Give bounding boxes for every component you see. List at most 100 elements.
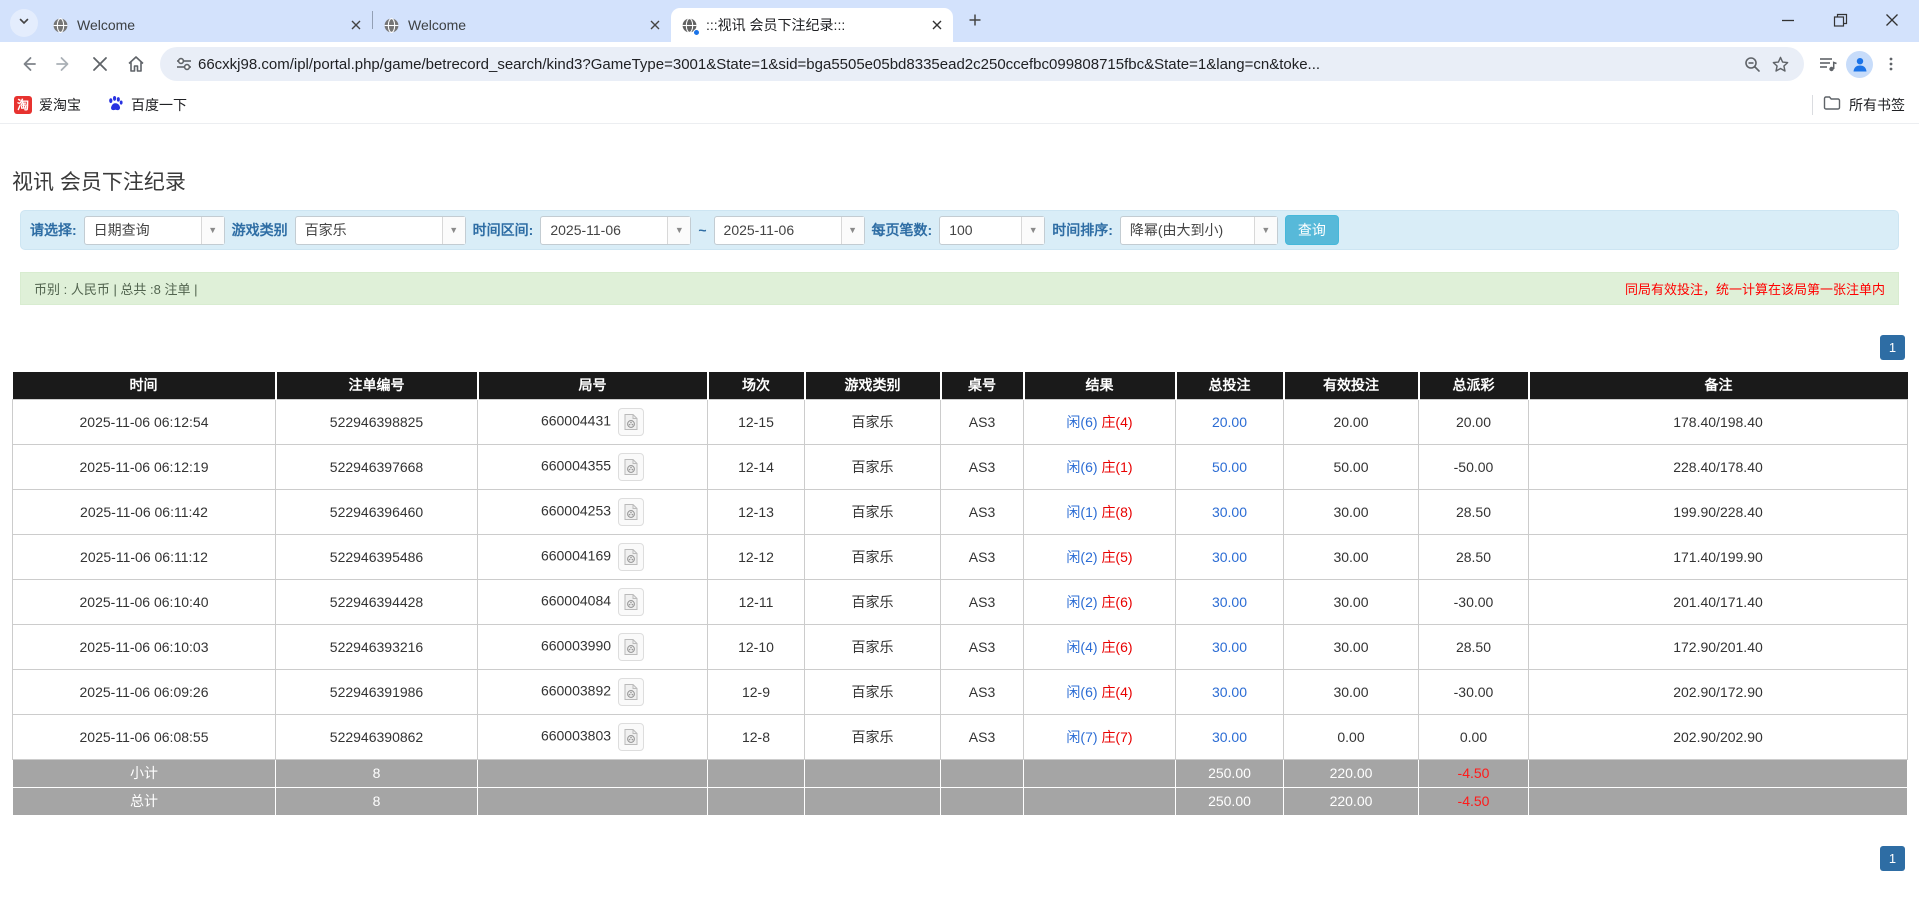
bookmark-baidu[interactable]: 百度一下 — [107, 95, 187, 115]
minimize-icon[interactable] — [1779, 11, 1797, 29]
video-replay-icon[interactable] — [618, 678, 644, 706]
total-bet-link[interactable]: 30.00 — [1212, 684, 1247, 700]
game-type-label: 游戏类别 — [232, 220, 288, 240]
dropdown-arrow-icon[interactable]: ▼ — [1254, 217, 1277, 244]
total-bet-link[interactable]: 30.00 — [1212, 639, 1247, 655]
summary-row: 小计8250.00220.00-4.50 — [13, 759, 1908, 787]
total-bet-link[interactable]: 30.00 — [1212, 549, 1247, 565]
session-cell: 12-12 — [708, 534, 805, 579]
date-from-picker[interactable]: 2025-11-06 ▼ — [540, 216, 691, 245]
page-size-select[interactable]: 100 ▼ — [939, 216, 1045, 245]
session-cell: 12-15 — [708, 399, 805, 444]
media-controls-icon[interactable] — [1810, 46, 1846, 82]
valid-bet-cell: 30.00 — [1284, 669, 1419, 714]
tab-welcome-1[interactable]: Welcome — [42, 8, 372, 42]
table-id-cell: AS3 — [941, 534, 1024, 579]
summary-payout: -4.50 — [1419, 787, 1529, 815]
payout-cell: 28.50 — [1419, 489, 1529, 534]
total-bet-link[interactable]: 30.00 — [1212, 729, 1247, 745]
time-cell: 2025-11-06 06:10:03 — [13, 624, 276, 669]
total-bet-cell[interactable]: 30.00 — [1176, 489, 1284, 534]
summary-empty-cell — [478, 759, 708, 787]
back-button[interactable] — [10, 46, 46, 82]
stop-loading-button[interactable] — [82, 46, 118, 82]
close-icon[interactable] — [646, 17, 663, 34]
close-icon[interactable] — [347, 17, 364, 34]
video-replay-icon[interactable] — [618, 543, 644, 571]
page-number-button[interactable]: 1 — [1880, 335, 1905, 360]
dropdown-arrow-icon[interactable]: ▼ — [667, 217, 690, 244]
zoom-out-icon[interactable] — [1738, 50, 1766, 78]
browser-toolbar: 66cxkj98.com/ipl/portal.php/game/betreco… — [0, 42, 1919, 86]
total-bet-link[interactable]: 20.00 — [1212, 414, 1247, 430]
total-bet-link[interactable]: 50.00 — [1212, 459, 1247, 475]
total-bet-cell[interactable]: 30.00 — [1176, 624, 1284, 669]
remark-cell: 228.40/178.40 — [1529, 444, 1908, 489]
payout-cell: 0.00 — [1419, 714, 1529, 759]
bookmark-star-icon[interactable] — [1766, 50, 1794, 78]
total-bet-cell[interactable]: 30.00 — [1176, 669, 1284, 714]
video-replay-icon[interactable] — [618, 408, 644, 436]
game-type-cell: 百家乐 — [805, 444, 941, 489]
forward-button[interactable] — [46, 46, 82, 82]
session-cell: 12-8 — [708, 714, 805, 759]
video-replay-icon[interactable] — [618, 633, 644, 661]
total-bet-cell[interactable]: 20.00 — [1176, 399, 1284, 444]
url-text[interactable]: 66cxkj98.com/ipl/portal.php/game/betreco… — [198, 56, 1738, 73]
game-type-cell: 百家乐 — [805, 669, 941, 714]
result-banker: 庄(6) — [1101, 639, 1132, 655]
dropdown-arrow-icon[interactable]: ▼ — [201, 217, 224, 244]
payout-cell: 20.00 — [1419, 399, 1529, 444]
bet-id-cell: 522946396460 — [276, 489, 478, 534]
close-window-icon[interactable] — [1883, 11, 1901, 29]
all-bookmarks-button[interactable]: 所有书签 — [1823, 95, 1905, 115]
total-bet-link[interactable]: 30.00 — [1212, 504, 1247, 520]
page-number-button[interactable]: 1 — [1880, 846, 1905, 871]
profile-avatar[interactable] — [1846, 51, 1873, 78]
dropdown-arrow-icon[interactable]: ▼ — [841, 217, 864, 244]
restore-icon[interactable] — [1831, 11, 1849, 29]
dropdown-arrow-icon[interactable]: ▼ — [1021, 217, 1044, 244]
tab-search-button[interactable] — [10, 9, 38, 37]
kebab-menu-icon[interactable] — [1873, 46, 1909, 82]
home-button[interactable] — [118, 46, 154, 82]
sort-value: 降幂(由大到小) — [1121, 217, 1254, 244]
column-header: 注单编号 — [276, 372, 478, 399]
search-button[interactable]: 查询 — [1285, 215, 1339, 245]
pagination-bottom: 1 — [12, 846, 1907, 871]
total-bet-cell[interactable]: 50.00 — [1176, 444, 1284, 489]
query-mode-value: 日期查询 — [85, 217, 201, 244]
sort-select[interactable]: 降幂(由大到小) ▼ — [1120, 216, 1278, 245]
round-cell: 660003990 — [478, 624, 708, 669]
date-to-picker[interactable]: 2025-11-06 ▼ — [714, 216, 865, 245]
summary-empty-cell — [1024, 787, 1176, 815]
tab-welcome-2[interactable]: Welcome — [373, 8, 671, 42]
summary-info-bar: 币别 : 人民币 | 总共 :8 注单 | 同局有效投注，统一计算在该局第一张注… — [20, 272, 1899, 305]
bookmark-taobao[interactable]: 淘 爱淘宝 — [14, 95, 81, 115]
site-info-icon[interactable] — [170, 50, 198, 78]
total-bet-cell[interactable]: 30.00 — [1176, 534, 1284, 579]
total-bet-link[interactable]: 30.00 — [1212, 594, 1247, 610]
total-bet-cell[interactable]: 30.00 — [1176, 714, 1284, 759]
game-type-select[interactable]: 百家乐 ▼ — [295, 216, 466, 245]
bookmarks-divider — [1812, 95, 1813, 115]
dropdown-arrow-icon[interactable]: ▼ — [442, 217, 465, 244]
url-bar[interactable]: 66cxkj98.com/ipl/portal.php/game/betreco… — [160, 47, 1804, 81]
new-tab-button[interactable] — [962, 9, 988, 35]
query-mode-select[interactable]: 日期查询 ▼ — [84, 216, 225, 245]
globe-icon — [52, 17, 69, 34]
round-number: 660004253 — [541, 502, 611, 518]
video-replay-icon[interactable] — [618, 498, 644, 526]
valid-bet-cell: 50.00 — [1284, 444, 1419, 489]
tab-title: Welcome — [408, 17, 638, 33]
video-replay-icon[interactable] — [618, 588, 644, 616]
table-row: 2025-11-06 06:10:40522946394428660004084… — [13, 579, 1908, 624]
time-cell: 2025-11-06 06:11:12 — [13, 534, 276, 579]
result-banker: 庄(4) — [1101, 684, 1132, 700]
bet-id-cell: 522946395486 — [276, 534, 478, 579]
video-replay-icon[interactable] — [618, 453, 644, 481]
tab-betrecord-active[interactable]: :::视讯 会员下注纪录::: — [671, 8, 953, 42]
total-bet-cell[interactable]: 30.00 — [1176, 579, 1284, 624]
close-icon[interactable] — [928, 17, 945, 34]
video-replay-icon[interactable] — [618, 723, 644, 751]
